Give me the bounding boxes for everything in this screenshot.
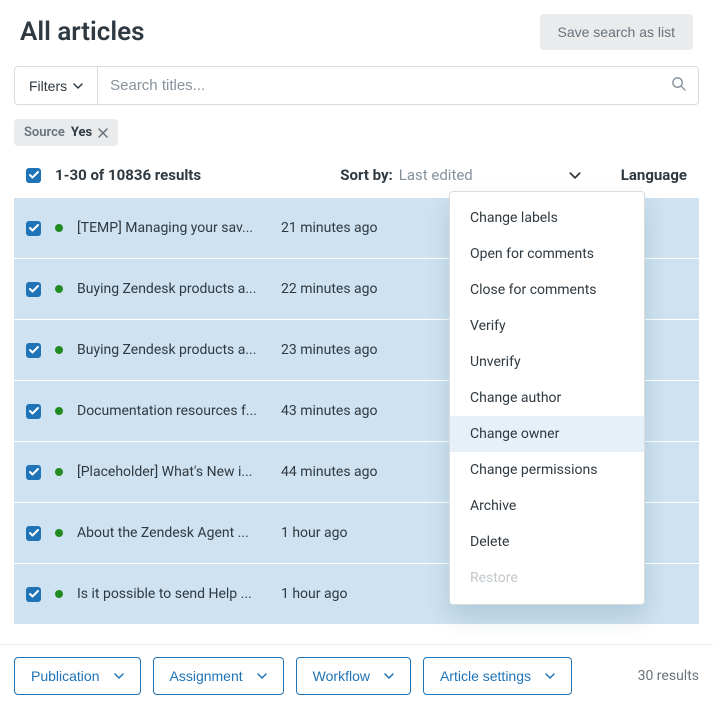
row-checkbox[interactable] [26, 526, 41, 541]
article-title[interactable]: Documentation resources f... [77, 403, 267, 419]
button-label: Assignment [170, 668, 243, 684]
save-search-button[interactable]: Save search as list [540, 14, 694, 50]
button-label: Workflow [313, 668, 370, 684]
menu-item-change-owner[interactable]: Change owner [450, 416, 644, 452]
status-dot [55, 407, 63, 415]
menu-item-change-permissions[interactable]: Change permissions [450, 452, 644, 488]
sort-by-label: Sort by: [340, 166, 393, 184]
chevron-down-icon [545, 673, 555, 679]
row-checkbox[interactable] [26, 343, 41, 358]
menu-item-open-for-comments[interactable]: Open for comments [450, 236, 644, 272]
article-time: 43 minutes ago [281, 403, 441, 419]
article-time: 23 minutes ago [281, 342, 441, 358]
chevron-down-icon [384, 673, 394, 679]
chip-key: Source [24, 125, 65, 140]
language-column-header[interactable]: Language [621, 166, 687, 184]
assignment-button[interactable]: Assignment [153, 657, 284, 695]
menu-item-verify[interactable]: Verify [450, 308, 644, 344]
publication-button[interactable]: Publication [14, 657, 141, 695]
row-checkbox[interactable] [26, 282, 41, 297]
menu-item-change-author[interactable]: Change author [450, 380, 644, 416]
filter-chip-source[interactable]: Source Yes [14, 119, 118, 146]
article-time: 1 hour ago [281, 586, 441, 602]
page-title: All articles [20, 17, 144, 47]
article-title[interactable]: [TEMP] Managing your sav... [77, 220, 267, 236]
status-dot [55, 285, 63, 293]
status-dot [55, 468, 63, 476]
select-all-checkbox[interactable] [26, 168, 41, 183]
row-checkbox[interactable] [26, 404, 41, 419]
sort-by-value[interactable]: Last edited [399, 166, 473, 184]
menu-item-unverify[interactable]: Unverify [450, 344, 644, 380]
article-time: 1 hour ago [281, 525, 441, 541]
article-title[interactable]: Is it possible to send Help ... [77, 586, 267, 602]
footer-results-count: 30 results [638, 668, 699, 684]
button-label: Publication [31, 668, 100, 684]
menu-item-restore: Restore [450, 560, 644, 596]
status-dot [55, 346, 63, 354]
menu-item-close-for-comments[interactable]: Close for comments [450, 272, 644, 308]
status-dot [55, 590, 63, 598]
chevron-down-icon[interactable] [479, 172, 581, 179]
article-time: 21 minutes ago [281, 220, 441, 236]
article-time: 22 minutes ago [281, 281, 441, 297]
row-checkbox[interactable] [26, 465, 41, 480]
row-checkbox[interactable] [26, 587, 41, 602]
row-checkbox[interactable] [26, 221, 41, 236]
status-dot [55, 529, 63, 537]
article-title[interactable]: About the Zendesk Agent ... [77, 525, 267, 541]
workflow-button[interactable]: Workflow [296, 657, 411, 695]
article-settings-button[interactable]: Article settings [423, 657, 572, 695]
article-title[interactable]: Buying Zendesk products a... [77, 281, 267, 297]
filters-button[interactable]: Filters [14, 66, 97, 105]
menu-item-change-labels[interactable]: Change labels [450, 200, 644, 236]
menu-item-delete[interactable]: Delete [450, 524, 644, 560]
chip-value: Yes [71, 125, 92, 140]
chevron-down-icon [114, 673, 124, 679]
button-label: Article settings [440, 668, 531, 684]
status-dot [55, 224, 63, 232]
results-count: 1-30 of 10836 results [55, 166, 201, 184]
search-input[interactable] [110, 67, 671, 104]
bulk-action-bar: Publication Assignment Workflow Article set… [0, 644, 713, 703]
article-title[interactable]: [Placeholder] What's New i... [77, 464, 267, 480]
article-time: 44 minutes ago [281, 464, 441, 480]
article-title[interactable]: Buying Zendesk products a... [77, 342, 267, 358]
filters-label: Filters [29, 78, 67, 94]
close-icon[interactable] [98, 128, 108, 138]
article-settings-menu: Change labelsOpen for commentsClose for … [449, 191, 645, 605]
menu-item-archive[interactable]: Archive [450, 488, 644, 524]
search-icon [671, 76, 686, 95]
chevron-down-icon [73, 83, 83, 89]
chevron-down-icon [257, 673, 267, 679]
